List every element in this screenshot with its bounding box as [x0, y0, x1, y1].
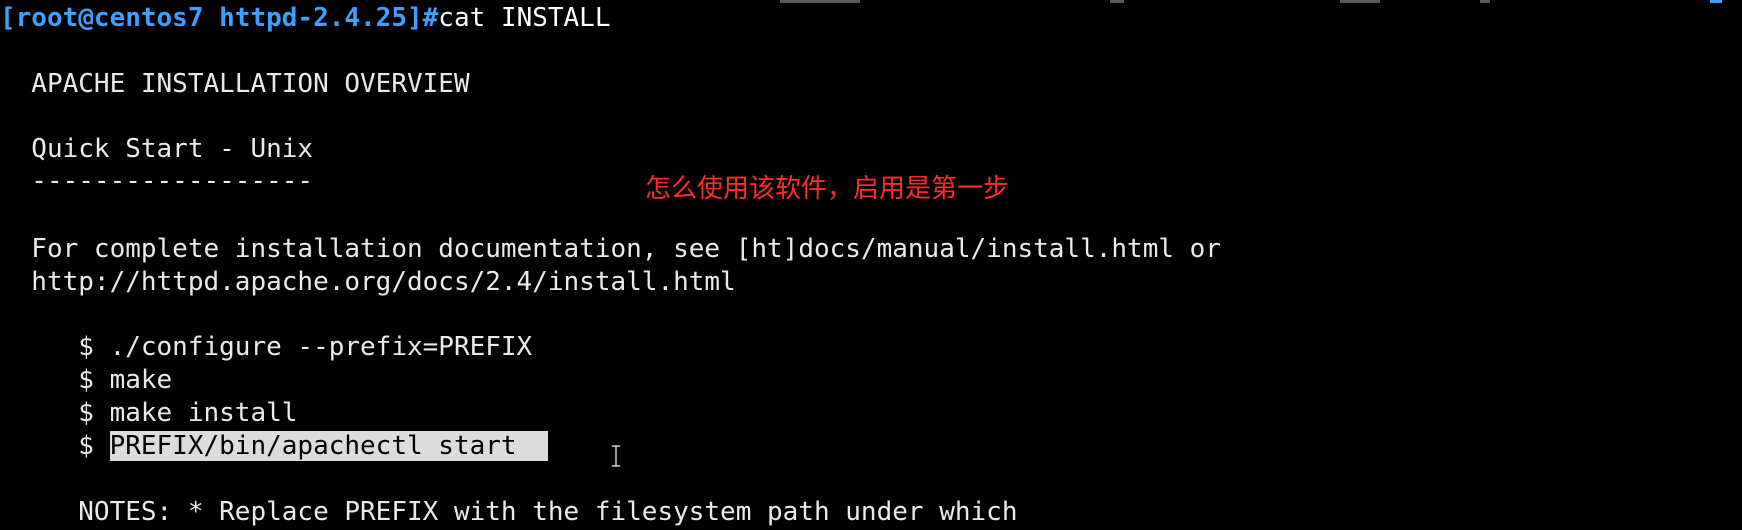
terminal-window[interactable]: [root@centos7 httpd-2.4.25]#cat INSTALL … — [0, 0, 1742, 530]
step-start-prefix: $ — [0, 431, 110, 461]
notes-line: NOTES: * Replace PREFIX with the filesys… — [0, 497, 1018, 527]
shell-prompt: [root@centos7 httpd-2.4.25]# — [0, 3, 439, 33]
step-configure: $ ./configure --prefix=PREFIX — [0, 332, 533, 362]
selected-text[interactable]: PREFIX/bin/apachectl start — [109, 431, 548, 461]
step-start: $ PREFIX/bin/apachectl start — [0, 430, 548, 463]
step-make-install: $ make install — [0, 398, 298, 428]
prompt-line: [root@centos7 httpd-2.4.25]#cat INSTALL — [0, 2, 610, 35]
annotation-text: 怎么使用该软件，启用是第一步 — [645, 174, 1010, 204]
install-title: APACHE INSTALLATION OVERVIEW — [0, 69, 470, 99]
command-text: cat INSTALL — [438, 3, 611, 33]
doc-line-2: http://httpd.apache.org/docs/2.4/install… — [0, 267, 736, 297]
step-make: $ make — [0, 365, 173, 395]
doc-line-1: For complete installation documentation,… — [0, 234, 1221, 264]
top-edge-artifact — [780, 0, 1722, 3]
text-cursor-icon — [612, 445, 620, 467]
section-heading: Quick Start - Unix — [0, 134, 314, 164]
section-underline: ------------------ — [0, 166, 314, 196]
